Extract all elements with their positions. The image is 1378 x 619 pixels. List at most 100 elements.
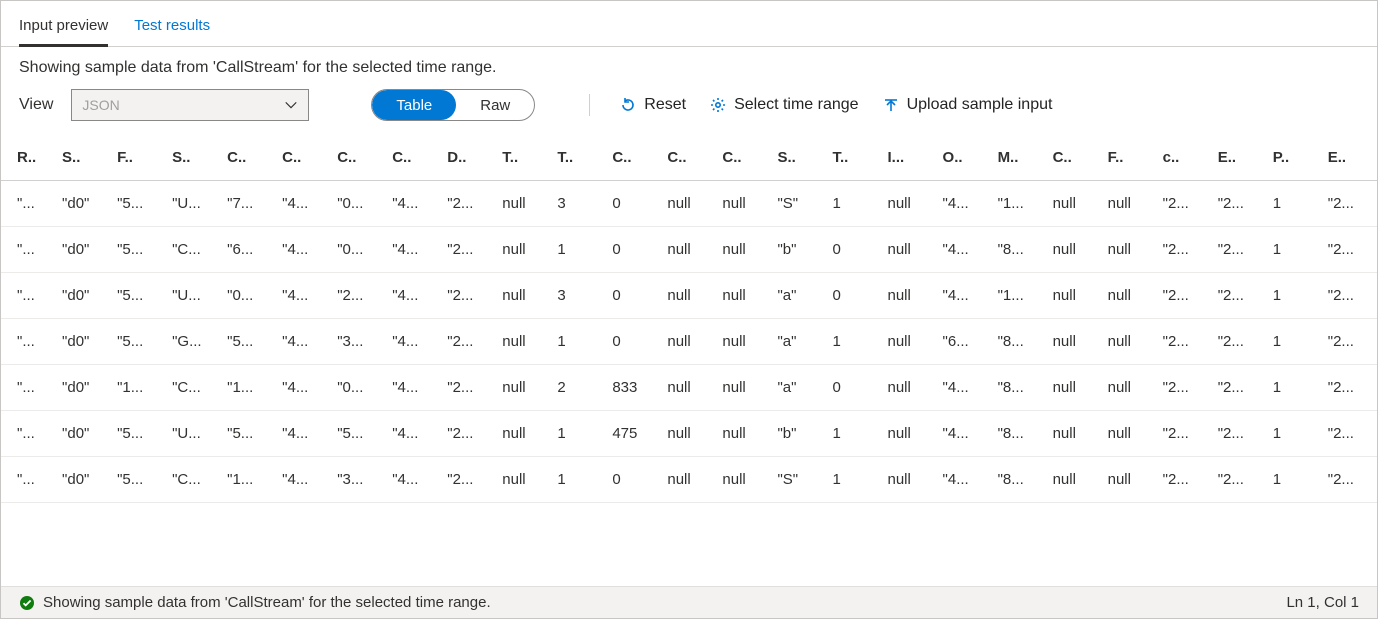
upload-sample-button[interactable]: Upload sample input bbox=[883, 96, 1053, 114]
table-cell: "2... bbox=[1157, 457, 1212, 503]
table-cell: "... bbox=[1, 365, 56, 411]
table-cell: 1 bbox=[826, 181, 881, 227]
table-cell: "... bbox=[1, 457, 56, 503]
reset-button[interactable]: Reset bbox=[620, 96, 686, 114]
column-header[interactable]: P.. bbox=[1267, 135, 1322, 181]
view-label: View bbox=[19, 96, 53, 114]
table-cell: null bbox=[661, 457, 716, 503]
table-cell: "2... bbox=[1212, 319, 1267, 365]
table-cell: 1 bbox=[1267, 365, 1322, 411]
column-header[interactable]: C.. bbox=[606, 135, 661, 181]
tab-test-results[interactable]: Test results bbox=[134, 7, 210, 46]
table-cell: "2... bbox=[1322, 227, 1377, 273]
format-select[interactable]: JSON bbox=[71, 89, 309, 121]
column-header[interactable]: E.. bbox=[1212, 135, 1267, 181]
column-header[interactable]: T.. bbox=[826, 135, 881, 181]
table-row[interactable]: "..."d0""5..."U..."5..."4..."5..."4..."2… bbox=[1, 411, 1377, 457]
table-cell: "2... bbox=[441, 411, 496, 457]
column-header[interactable]: S.. bbox=[56, 135, 111, 181]
table-cell: "d0" bbox=[56, 319, 111, 365]
table-cell: null bbox=[716, 411, 771, 457]
table-cell: null bbox=[661, 273, 716, 319]
table-cell: null bbox=[1047, 227, 1102, 273]
column-header[interactable]: S.. bbox=[166, 135, 221, 181]
table-cell: null bbox=[1102, 457, 1157, 503]
table-cell: "2... bbox=[441, 227, 496, 273]
table-cell: 1 bbox=[551, 457, 606, 503]
column-header[interactable]: D.. bbox=[441, 135, 496, 181]
upload-icon bbox=[883, 97, 899, 113]
table-scroll[interactable]: R..S..F..S..C..C..C..C..D..T..T..C..C..C… bbox=[1, 135, 1377, 586]
column-header[interactable]: E.. bbox=[1322, 135, 1377, 181]
table-cell: null bbox=[496, 319, 551, 365]
table-cell: null bbox=[882, 319, 937, 365]
column-header[interactable]: F.. bbox=[111, 135, 166, 181]
table-cell: "... bbox=[1, 273, 56, 319]
format-select-value: JSON bbox=[82, 97, 119, 113]
table-cell: "5... bbox=[111, 319, 166, 365]
table-cell: "8... bbox=[992, 457, 1047, 503]
table-cell: null bbox=[1047, 273, 1102, 319]
table-cell: "2... bbox=[1157, 319, 1212, 365]
table-cell: "4... bbox=[276, 227, 331, 273]
table-cell: 1 bbox=[1267, 181, 1322, 227]
table-cell: "5... bbox=[221, 319, 276, 365]
table-cell: null bbox=[716, 365, 771, 411]
table-cell: "4... bbox=[386, 365, 441, 411]
column-header[interactable]: C.. bbox=[386, 135, 441, 181]
table-cell: null bbox=[496, 227, 551, 273]
column-header[interactable]: O.. bbox=[937, 135, 992, 181]
column-header[interactable]: R.. bbox=[1, 135, 56, 181]
toolbar-separator bbox=[589, 94, 590, 116]
table-row[interactable]: "..."d0""5..."U..."7..."4..."0..."4..."2… bbox=[1, 181, 1377, 227]
table-cell: "4... bbox=[937, 227, 992, 273]
table-cell: "4... bbox=[386, 227, 441, 273]
column-header[interactable]: F.. bbox=[1102, 135, 1157, 181]
table-cell: 1 bbox=[551, 319, 606, 365]
table-cell: 1 bbox=[1267, 227, 1322, 273]
column-header[interactable]: C.. bbox=[1047, 135, 1102, 181]
table-container: R..S..F..S..C..C..C..C..D..T..T..C..C..C… bbox=[1, 135, 1377, 586]
column-header[interactable]: S.. bbox=[771, 135, 826, 181]
table-row[interactable]: "..."d0""5..."U..."0..."4..."2..."4..."2… bbox=[1, 273, 1377, 319]
status-message: Showing sample data from 'CallStream' fo… bbox=[43, 594, 491, 611]
table-cell: "0... bbox=[331, 365, 386, 411]
toolbar: View JSON Table Raw Reset Select time ra… bbox=[1, 81, 1377, 135]
table-cell: 0 bbox=[606, 457, 661, 503]
table-cell: "1... bbox=[992, 181, 1047, 227]
table-cell: "d0" bbox=[56, 411, 111, 457]
table-cell: "1... bbox=[221, 457, 276, 503]
table-cell: 0 bbox=[826, 227, 881, 273]
column-header[interactable]: T.. bbox=[496, 135, 551, 181]
gear-icon bbox=[710, 97, 726, 113]
column-header[interactable]: C.. bbox=[276, 135, 331, 181]
table-cell: 1 bbox=[826, 457, 881, 503]
column-header[interactable]: C.. bbox=[331, 135, 386, 181]
table-row[interactable]: "..."d0""1..."C..."1..."4..."0..."4..."2… bbox=[1, 365, 1377, 411]
table-cell: "2... bbox=[441, 319, 496, 365]
select-time-range-button[interactable]: Select time range bbox=[710, 96, 859, 114]
column-header[interactable]: C.. bbox=[716, 135, 771, 181]
tab-row: Input preview Test results bbox=[1, 1, 1377, 47]
cursor-position: Ln 1, Col 1 bbox=[1286, 594, 1359, 611]
column-header[interactable]: M.. bbox=[992, 135, 1047, 181]
column-header[interactable]: c.. bbox=[1157, 135, 1212, 181]
seg-table-button[interactable]: Table bbox=[372, 90, 456, 120]
seg-raw-button[interactable]: Raw bbox=[456, 90, 534, 120]
table-row[interactable]: "..."d0""5..."G..."5..."4..."3..."4..."2… bbox=[1, 319, 1377, 365]
table-cell: "S" bbox=[771, 457, 826, 503]
table-cell: "b" bbox=[771, 411, 826, 457]
description-text: Showing sample data from 'CallStream' fo… bbox=[1, 47, 1377, 81]
column-header[interactable]: C.. bbox=[221, 135, 276, 181]
table-cell: "2... bbox=[1322, 411, 1377, 457]
table-cell: "4... bbox=[386, 181, 441, 227]
table-cell: "2... bbox=[1212, 227, 1267, 273]
tab-input-preview[interactable]: Input preview bbox=[19, 7, 108, 46]
column-header[interactable]: C.. bbox=[661, 135, 716, 181]
table-cell: "4... bbox=[276, 365, 331, 411]
table-row[interactable]: "..."d0""5..."C..."1..."4..."3..."4..."2… bbox=[1, 457, 1377, 503]
column-header[interactable]: I... bbox=[882, 135, 937, 181]
table-row[interactable]: "..."d0""5..."C..."6..."4..."0..."4..."2… bbox=[1, 227, 1377, 273]
column-header[interactable]: T.. bbox=[551, 135, 606, 181]
table-cell: "U... bbox=[166, 411, 221, 457]
